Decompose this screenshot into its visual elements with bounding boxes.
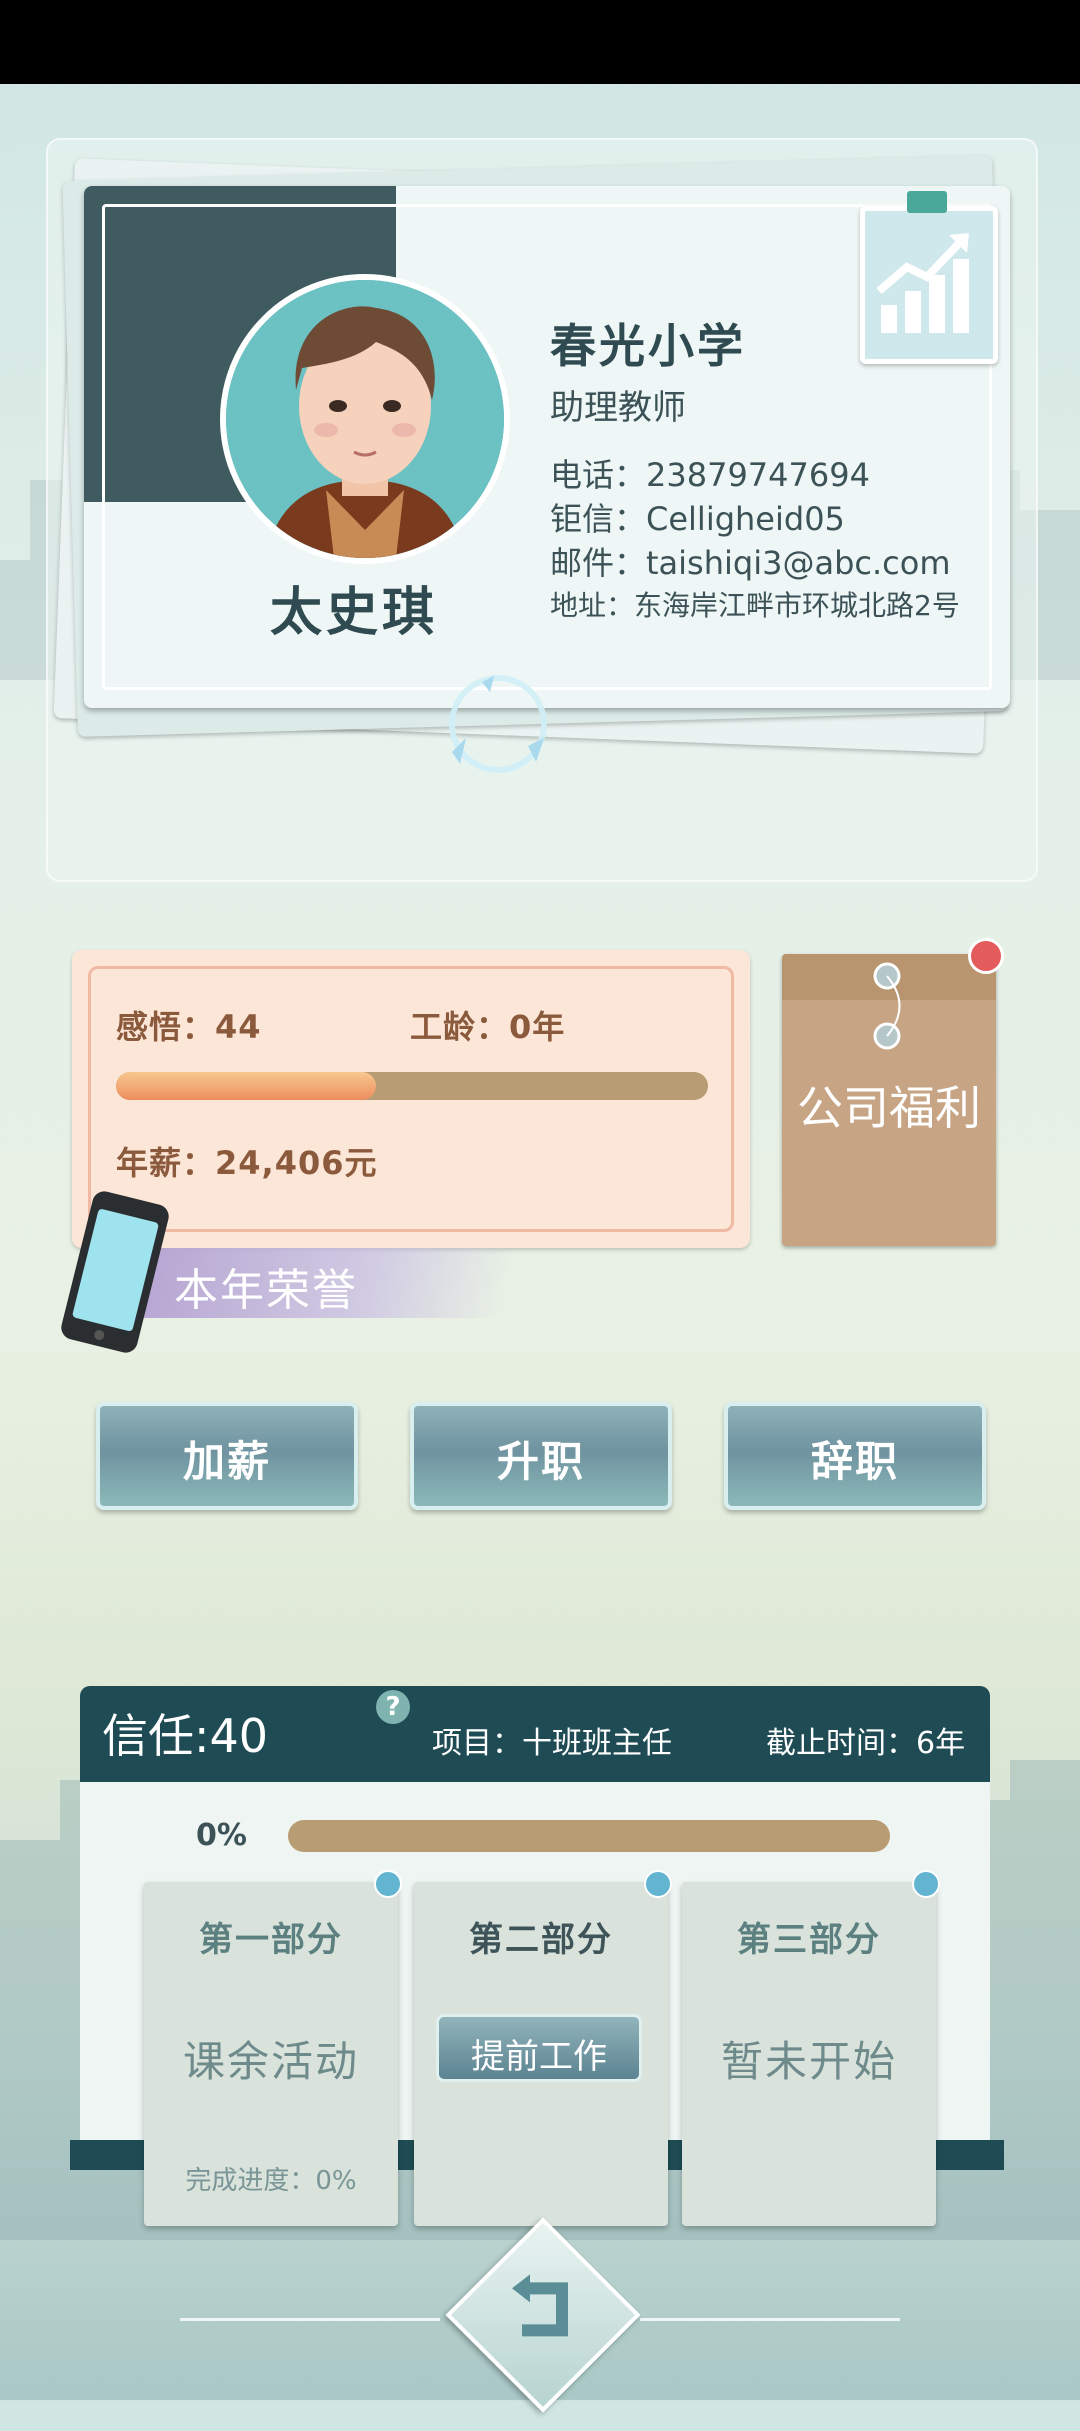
- back-button[interactable]: [445, 2217, 641, 2413]
- teacher-name: 太史琪: [269, 583, 438, 643]
- promote-button[interactable]: 升职: [410, 1402, 672, 1510]
- part-three-card[interactable]: 第三部分 暂未开始: [682, 1870, 940, 2226]
- back-arrow-icon: [512, 2274, 568, 2337]
- resign-button[interactable]: 辞职: [724, 1402, 986, 1510]
- pin-icon: [912, 1870, 940, 1898]
- part-one-title: 第一部分: [199, 1920, 343, 1960]
- start-early-button[interactable]: 提前工作: [436, 2014, 642, 2082]
- part-three-status: 暂未开始: [720, 2037, 897, 2086]
- envelope-string-icon: [873, 962, 901, 1050]
- growth-chart-icon[interactable]: [860, 191, 998, 364]
- home-address: 地址：东海岸江畔市环城北路2号: [550, 589, 960, 622]
- job-position: 助理教师: [550, 388, 686, 428]
- raise-salary-button[interactable]: 加薪: [96, 1402, 358, 1510]
- part-three-title: 第三部分: [737, 1920, 881, 1960]
- insight-value: 感悟：44: [116, 1008, 262, 1046]
- pin-icon: [644, 1870, 672, 1898]
- welfare-label: 公司福利: [797, 1081, 981, 1135]
- notification-dot: [968, 938, 1004, 974]
- back-decor-line-right: [640, 2318, 900, 2321]
- trust-value: 信任:40: [102, 1709, 269, 1763]
- pin-icon: [374, 1870, 402, 1898]
- project-percent: 0%: [196, 1818, 247, 1853]
- project-progress-bar: [288, 1820, 890, 1852]
- project-deadline: 截止时间：6年: [766, 1726, 966, 1761]
- salary-value: 年薪：24,406元: [116, 1144, 378, 1182]
- clipboard-clip: [907, 191, 947, 213]
- part-one-progress: 完成进度：0%: [185, 2166, 357, 2196]
- phone-number: 电话：23879747694: [550, 456, 870, 494]
- company-welfare-envelope[interactable]: 公司福利: [782, 954, 996, 1246]
- insight-progress-fill: [116, 1072, 377, 1100]
- honor-label[interactable]: 本年荣誉: [174, 1254, 358, 1318]
- insight-progress-bar: [116, 1072, 708, 1100]
- promote-label: 升职: [496, 1437, 585, 1486]
- rising-chart-glyph: [876, 233, 969, 333]
- status-bar: [0, 0, 1080, 84]
- butterfly-bubble-decoration: [449, 675, 547, 773]
- teacher-portrait: [226, 280, 504, 558]
- project-name: 项目：十班班主任: [432, 1726, 672, 1761]
- resign-label: 辞职: [810, 1437, 899, 1486]
- school-name: 春光小学: [550, 319, 746, 373]
- avatar: [220, 274, 510, 564]
- part-one-card[interactable]: 第一部分 课余活动 完成进度：0%: [144, 1870, 402, 2226]
- seniority-value: 工龄：0年: [410, 1008, 566, 1046]
- raise-label: 加薪: [182, 1437, 271, 1486]
- part-two-title: 第二部分: [469, 1920, 613, 1960]
- back-decor-line-left: [180, 2318, 440, 2321]
- part-one-activity: 课余活动: [182, 2037, 359, 2086]
- start-early-label: 提前工作: [471, 2037, 607, 2077]
- part-two-card[interactable]: 第二部分 提前工作: [414, 1870, 672, 2226]
- help-icon[interactable]: ?: [376, 1690, 410, 1724]
- email-address: 邮件：taishiqi3@abc.com: [550, 544, 951, 582]
- wechat-id: 钜信：Celligheid05: [550, 500, 845, 538]
